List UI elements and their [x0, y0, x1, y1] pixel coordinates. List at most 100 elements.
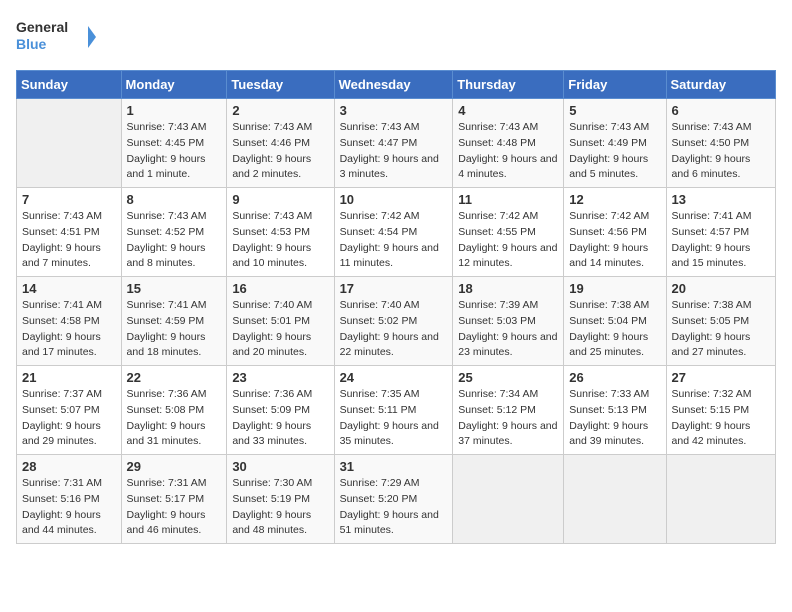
calendar-week-row: 14 Sunrise: 7:41 AMSunset: 4:58 PMDaylig… — [17, 277, 776, 366]
day-number: 22 — [127, 370, 222, 385]
calendar-cell: 19 Sunrise: 7:38 AMSunset: 5:04 PMDaylig… — [564, 277, 666, 366]
calendar-cell: 5 Sunrise: 7:43 AMSunset: 4:49 PMDayligh… — [564, 99, 666, 188]
day-number: 27 — [672, 370, 770, 385]
weekday-header-cell: Tuesday — [227, 71, 334, 99]
calendar-cell: 8 Sunrise: 7:43 AMSunset: 4:52 PMDayligh… — [121, 188, 227, 277]
day-info: Sunrise: 7:31 AMSunset: 5:16 PMDaylight:… — [22, 476, 116, 539]
day-number: 9 — [232, 192, 328, 207]
calendar-cell: 12 Sunrise: 7:42 AMSunset: 4:56 PMDaylig… — [564, 188, 666, 277]
day-info: Sunrise: 7:35 AMSunset: 5:11 PMDaylight:… — [340, 387, 448, 450]
day-number: 18 — [458, 281, 558, 296]
svg-text:General: General — [16, 19, 68, 35]
weekday-header-cell: Saturday — [666, 71, 775, 99]
day-number: 29 — [127, 459, 222, 474]
day-info: Sunrise: 7:30 AMSunset: 5:19 PMDaylight:… — [232, 476, 328, 539]
day-info: Sunrise: 7:43 AMSunset: 4:48 PMDaylight:… — [458, 120, 558, 183]
calendar-cell: 3 Sunrise: 7:43 AMSunset: 4:47 PMDayligh… — [334, 99, 453, 188]
day-number: 23 — [232, 370, 328, 385]
calendar-cell: 11 Sunrise: 7:42 AMSunset: 4:55 PMDaylig… — [453, 188, 564, 277]
calendar-cell: 31 Sunrise: 7:29 AMSunset: 5:20 PMDaylig… — [334, 455, 453, 544]
day-number: 1 — [127, 103, 222, 118]
day-info: Sunrise: 7:42 AMSunset: 4:55 PMDaylight:… — [458, 209, 558, 272]
weekday-header-cell: Monday — [121, 71, 227, 99]
calendar-cell — [453, 455, 564, 544]
day-info: Sunrise: 7:43 AMSunset: 4:45 PMDaylight:… — [127, 120, 222, 183]
calendar-cell: 29 Sunrise: 7:31 AMSunset: 5:17 PMDaylig… — [121, 455, 227, 544]
day-info: Sunrise: 7:39 AMSunset: 5:03 PMDaylight:… — [458, 298, 558, 361]
calendar-cell: 4 Sunrise: 7:43 AMSunset: 4:48 PMDayligh… — [453, 99, 564, 188]
calendar-cell: 25 Sunrise: 7:34 AMSunset: 5:12 PMDaylig… — [453, 366, 564, 455]
calendar-cell: 20 Sunrise: 7:38 AMSunset: 5:05 PMDaylig… — [666, 277, 775, 366]
day-info: Sunrise: 7:43 AMSunset: 4:51 PMDaylight:… — [22, 209, 116, 272]
weekday-header-cell: Friday — [564, 71, 666, 99]
day-info: Sunrise: 7:31 AMSunset: 5:17 PMDaylight:… — [127, 476, 222, 539]
day-number: 30 — [232, 459, 328, 474]
day-info: Sunrise: 7:38 AMSunset: 5:04 PMDaylight:… — [569, 298, 660, 361]
day-info: Sunrise: 7:38 AMSunset: 5:05 PMDaylight:… — [672, 298, 770, 361]
weekday-header-cell: Sunday — [17, 71, 122, 99]
calendar-cell: 23 Sunrise: 7:36 AMSunset: 5:09 PMDaylig… — [227, 366, 334, 455]
day-number: 4 — [458, 103, 558, 118]
calendar-cell: 16 Sunrise: 7:40 AMSunset: 5:01 PMDaylig… — [227, 277, 334, 366]
day-number: 5 — [569, 103, 660, 118]
day-info: Sunrise: 7:36 AMSunset: 5:08 PMDaylight:… — [127, 387, 222, 450]
calendar-cell: 14 Sunrise: 7:41 AMSunset: 4:58 PMDaylig… — [17, 277, 122, 366]
day-info: Sunrise: 7:42 AMSunset: 4:54 PMDaylight:… — [340, 209, 448, 272]
calendar-body: 1 Sunrise: 7:43 AMSunset: 4:45 PMDayligh… — [17, 99, 776, 544]
day-number: 26 — [569, 370, 660, 385]
calendar-cell: 22 Sunrise: 7:36 AMSunset: 5:08 PMDaylig… — [121, 366, 227, 455]
logo: General Blue — [16, 16, 96, 58]
day-info: Sunrise: 7:37 AMSunset: 5:07 PMDaylight:… — [22, 387, 116, 450]
day-info: Sunrise: 7:36 AMSunset: 5:09 PMDaylight:… — [232, 387, 328, 450]
calendar-cell: 1 Sunrise: 7:43 AMSunset: 4:45 PMDayligh… — [121, 99, 227, 188]
calendar-cell: 13 Sunrise: 7:41 AMSunset: 4:57 PMDaylig… — [666, 188, 775, 277]
day-info: Sunrise: 7:40 AMSunset: 5:02 PMDaylight:… — [340, 298, 448, 361]
day-number: 17 — [340, 281, 448, 296]
calendar-cell: 26 Sunrise: 7:33 AMSunset: 5:13 PMDaylig… — [564, 366, 666, 455]
day-info: Sunrise: 7:43 AMSunset: 4:50 PMDaylight:… — [672, 120, 770, 183]
calendar-cell: 24 Sunrise: 7:35 AMSunset: 5:11 PMDaylig… — [334, 366, 453, 455]
day-info: Sunrise: 7:41 AMSunset: 4:58 PMDaylight:… — [22, 298, 116, 361]
calendar-cell — [564, 455, 666, 544]
calendar-week-row: 1 Sunrise: 7:43 AMSunset: 4:45 PMDayligh… — [17, 99, 776, 188]
day-info: Sunrise: 7:43 AMSunset: 4:49 PMDaylight:… — [569, 120, 660, 183]
day-info: Sunrise: 7:43 AMSunset: 4:47 PMDaylight:… — [340, 120, 448, 183]
svg-text:Blue: Blue — [16, 36, 47, 52]
calendar-table: SundayMondayTuesdayWednesdayThursdayFrid… — [16, 70, 776, 544]
calendar-cell: 18 Sunrise: 7:39 AMSunset: 5:03 PMDaylig… — [453, 277, 564, 366]
page-header: General Blue — [16, 16, 776, 58]
weekday-header-cell: Thursday — [453, 71, 564, 99]
day-info: Sunrise: 7:43 AMSunset: 4:52 PMDaylight:… — [127, 209, 222, 272]
logo-svg: General Blue — [16, 16, 96, 58]
day-number: 11 — [458, 192, 558, 207]
calendar-cell: 21 Sunrise: 7:37 AMSunset: 5:07 PMDaylig… — [17, 366, 122, 455]
day-info: Sunrise: 7:34 AMSunset: 5:12 PMDaylight:… — [458, 387, 558, 450]
calendar-cell: 2 Sunrise: 7:43 AMSunset: 4:46 PMDayligh… — [227, 99, 334, 188]
day-number: 8 — [127, 192, 222, 207]
day-number: 19 — [569, 281, 660, 296]
day-number: 31 — [340, 459, 448, 474]
day-number: 7 — [22, 192, 116, 207]
weekday-header-row: SundayMondayTuesdayWednesdayThursdayFrid… — [17, 71, 776, 99]
day-info: Sunrise: 7:43 AMSunset: 4:46 PMDaylight:… — [232, 120, 328, 183]
calendar-week-row: 7 Sunrise: 7:43 AMSunset: 4:51 PMDayligh… — [17, 188, 776, 277]
day-number: 14 — [22, 281, 116, 296]
day-number: 24 — [340, 370, 448, 385]
calendar-cell: 9 Sunrise: 7:43 AMSunset: 4:53 PMDayligh… — [227, 188, 334, 277]
day-number: 12 — [569, 192, 660, 207]
calendar-cell — [666, 455, 775, 544]
day-number: 20 — [672, 281, 770, 296]
day-info: Sunrise: 7:32 AMSunset: 5:15 PMDaylight:… — [672, 387, 770, 450]
day-info: Sunrise: 7:33 AMSunset: 5:13 PMDaylight:… — [569, 387, 660, 450]
calendar-cell: 27 Sunrise: 7:32 AMSunset: 5:15 PMDaylig… — [666, 366, 775, 455]
day-info: Sunrise: 7:43 AMSunset: 4:53 PMDaylight:… — [232, 209, 328, 272]
day-number: 25 — [458, 370, 558, 385]
calendar-week-row: 21 Sunrise: 7:37 AMSunset: 5:07 PMDaylig… — [17, 366, 776, 455]
day-number: 3 — [340, 103, 448, 118]
day-number: 6 — [672, 103, 770, 118]
calendar-cell: 10 Sunrise: 7:42 AMSunset: 4:54 PMDaylig… — [334, 188, 453, 277]
day-info: Sunrise: 7:40 AMSunset: 5:01 PMDaylight:… — [232, 298, 328, 361]
calendar-cell: 7 Sunrise: 7:43 AMSunset: 4:51 PMDayligh… — [17, 188, 122, 277]
calendar-cell: 15 Sunrise: 7:41 AMSunset: 4:59 PMDaylig… — [121, 277, 227, 366]
calendar-cell: 6 Sunrise: 7:43 AMSunset: 4:50 PMDayligh… — [666, 99, 775, 188]
